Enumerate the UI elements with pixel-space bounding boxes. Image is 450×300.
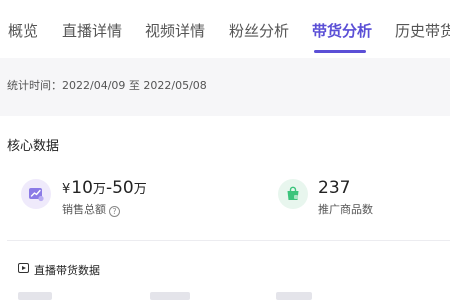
shopping-bag-icon	[278, 179, 308, 209]
tab-bar: 概览 直播详情 视频详情 粉丝分析 带货分析 历史带货	[0, 0, 450, 58]
tab-sales-analysis[interactable]: 带货分析	[312, 20, 372, 41]
sales-total-value: ¥10万-50万	[62, 178, 147, 200]
cutoff-content-2	[150, 292, 190, 300]
promoted-products-value: 237	[318, 178, 351, 198]
active-tab-indicator	[314, 50, 366, 53]
currency-symbol: ¥	[62, 182, 71, 197]
tab-overview[interactable]: 概览	[8, 20, 38, 41]
statistics-period: 统计时间：2022/04/09 至 2022/05/08	[7, 79, 207, 92]
live-sales-data-title: 直播带货数据	[34, 264, 100, 277]
sales-low-value: 10	[71, 178, 93, 198]
sales-trend-icon	[21, 179, 51, 209]
tab-video-details[interactable]: 视频详情	[145, 20, 205, 41]
sales-low-unit: 万	[92, 182, 106, 197]
sales-total-label: 销售总额?	[62, 203, 120, 217]
help-icon[interactable]: ?	[109, 206, 120, 217]
cutoff-content-3	[276, 292, 312, 300]
promoted-products-label: 推广商品数	[318, 203, 373, 216]
tab-history-sales[interactable]: 历史带货	[395, 20, 450, 41]
play-icon	[18, 263, 29, 273]
cutoff-content-1	[18, 292, 52, 300]
tab-live-details[interactable]: 直播详情	[62, 20, 122, 41]
section-divider	[7, 240, 450, 241]
sales-high-unit: 万	[133, 182, 147, 197]
sales-high-value: 50	[112, 178, 134, 198]
sales-total-label-text: 销售总额	[62, 203, 106, 216]
tab-fans-analysis[interactable]: 粉丝分析	[229, 20, 289, 41]
core-data-title: 核心数据	[7, 139, 60, 154]
